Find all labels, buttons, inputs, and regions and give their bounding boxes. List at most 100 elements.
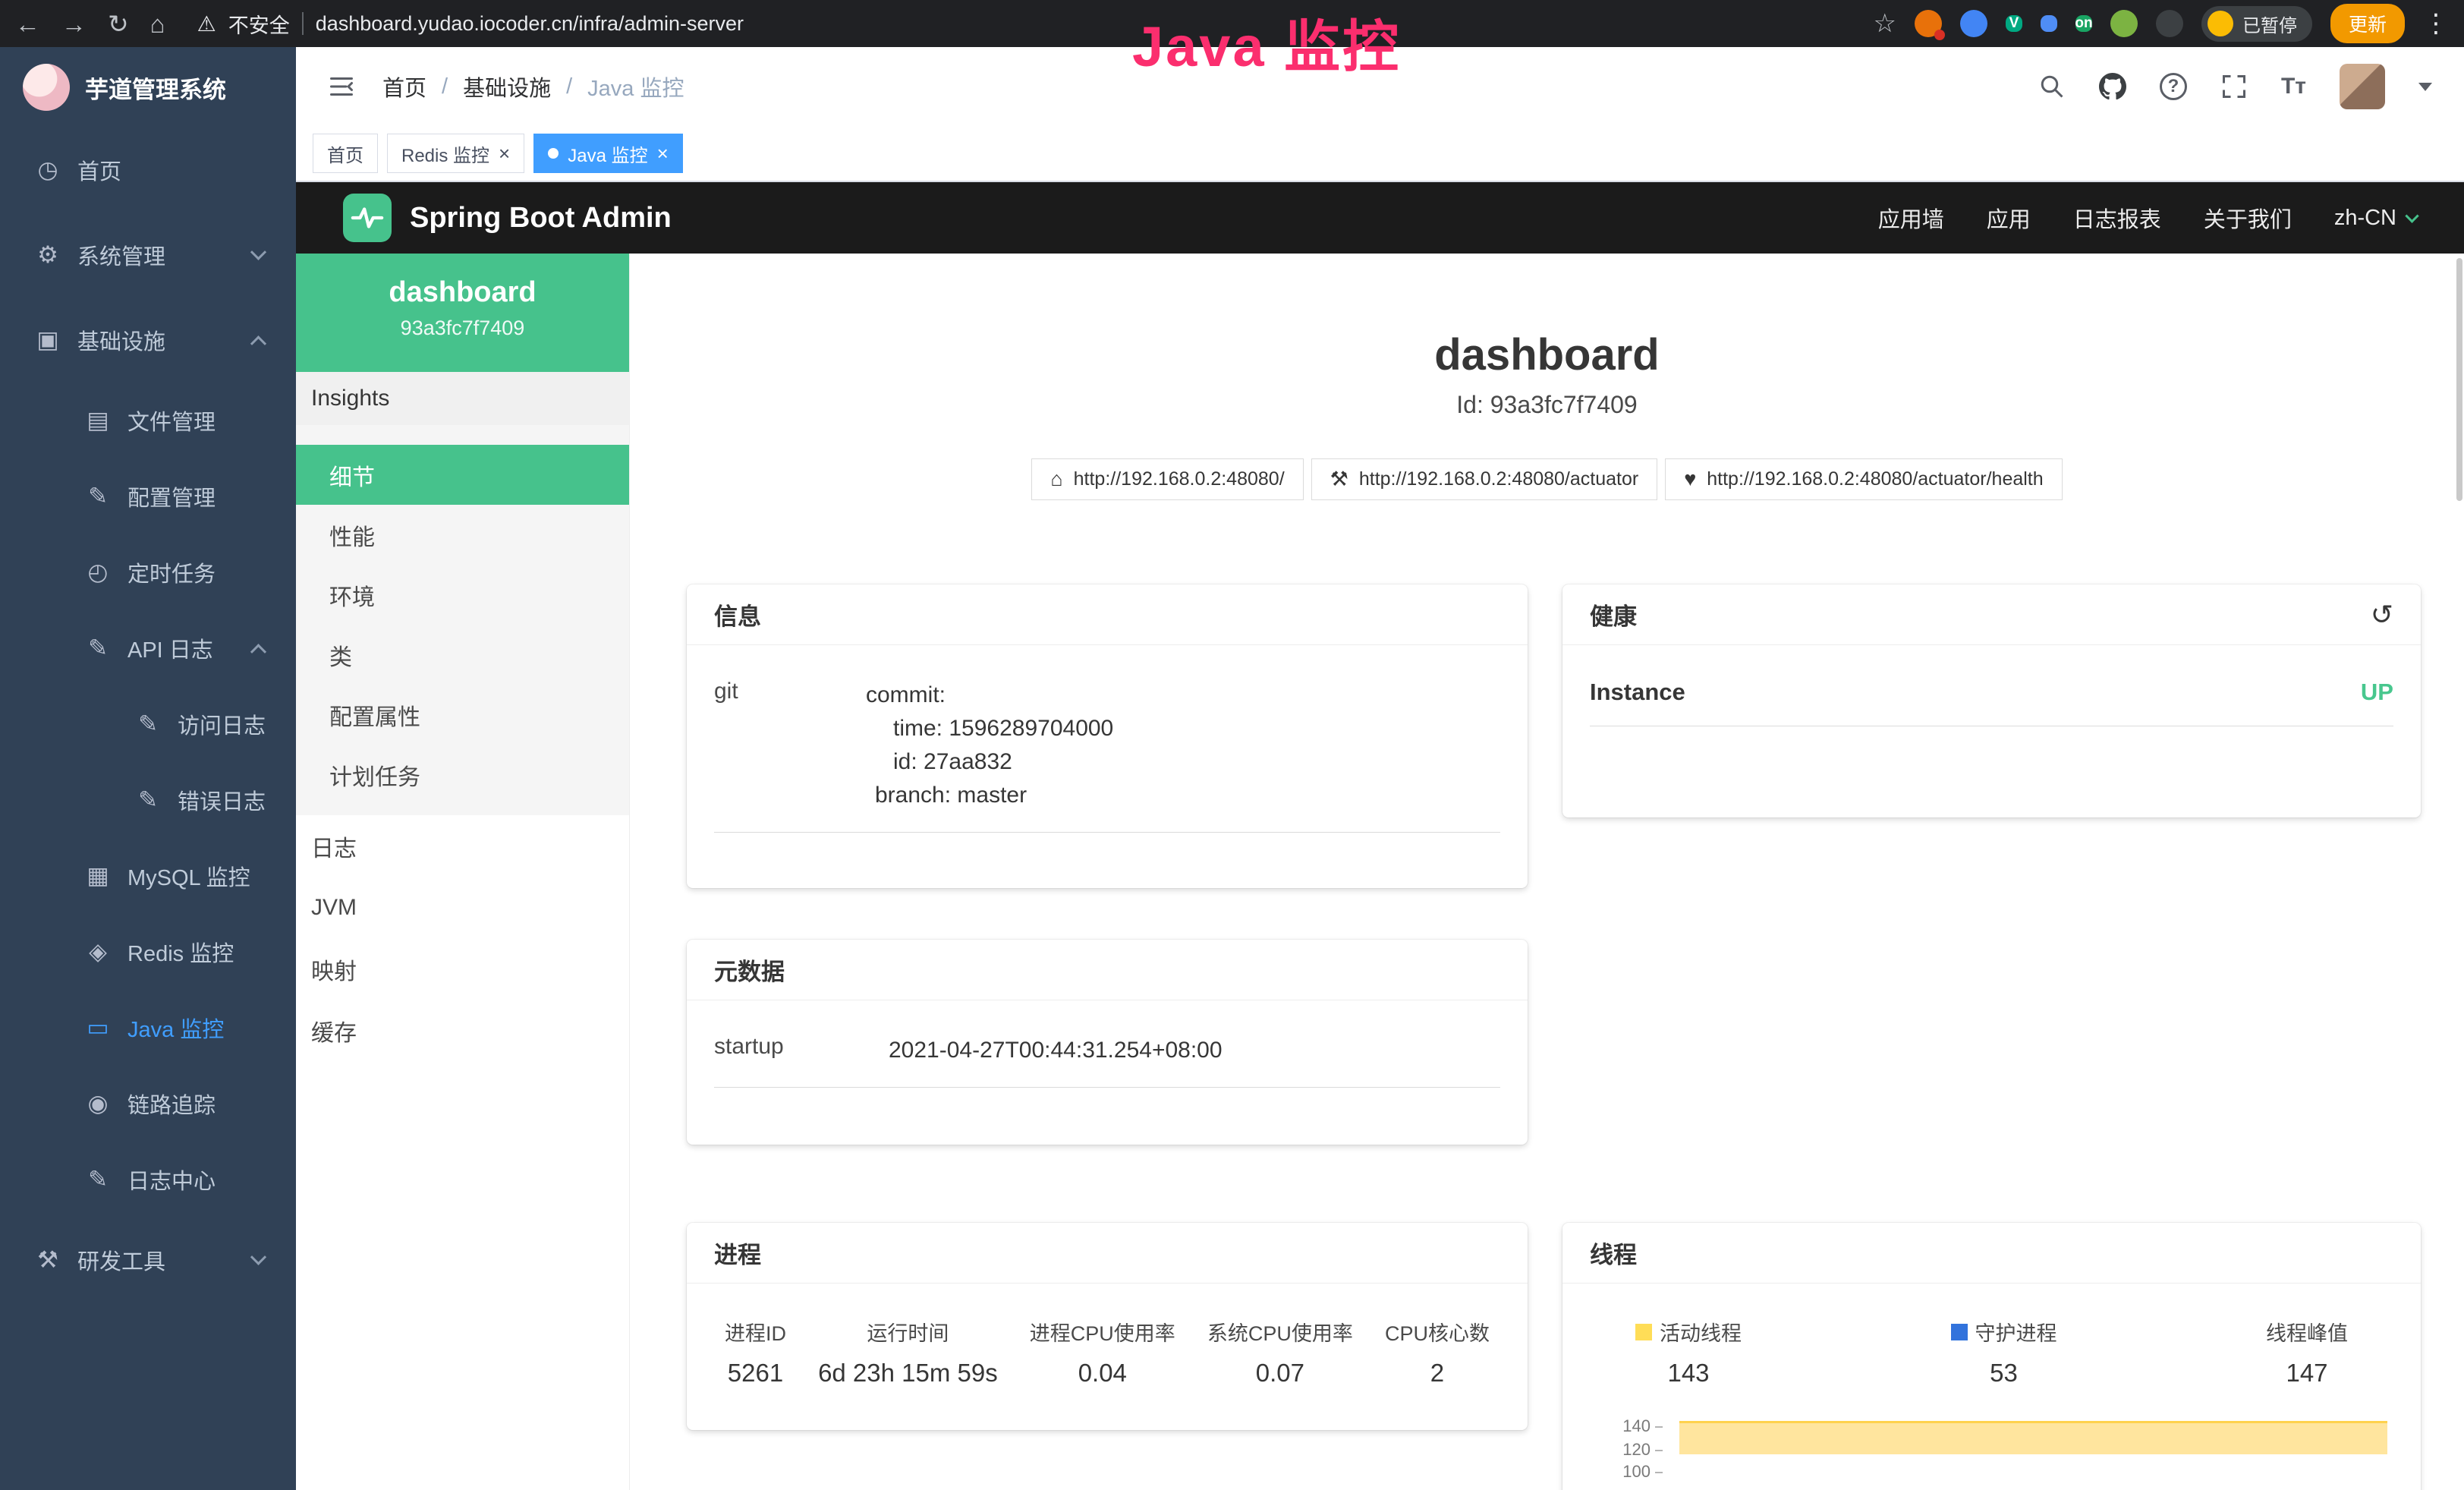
sba-nav-applications[interactable]: 应用: [1987, 202, 2031, 234]
sba-menu-logs[interactable]: 日志: [296, 815, 629, 877]
extension-icon-1[interactable]: [1915, 10, 1942, 37]
health-card-title: 健康: [1590, 597, 1637, 632]
browser-menu-icon[interactable]: [2423, 8, 2449, 39]
sidebar-item-home[interactable]: 首页: [0, 128, 296, 213]
sidebar-item-file-management[interactable]: 文件管理: [0, 383, 296, 458]
extension-icon-2[interactable]: [1960, 10, 1987, 37]
sidebar-item-label: 链路追踪: [127, 1088, 216, 1120]
sba-menu-environment[interactable]: 环境: [296, 565, 629, 625]
search-icon[interactable]: [2038, 73, 2066, 100]
back-icon[interactable]: [15, 11, 40, 36]
live-threads-value: 143: [1635, 1359, 1742, 1388]
sba-menu-config-props[interactable]: 配置属性: [296, 685, 629, 745]
breadcrumb-infrastructure[interactable]: 基础设施: [463, 71, 551, 102]
forward-icon[interactable]: [61, 11, 87, 36]
sidebar-item-log-center[interactable]: 日志中心: [0, 1142, 296, 1218]
browser-update-button[interactable]: 更新: [2330, 4, 2405, 43]
sidebar-item-label: Redis 监控: [127, 936, 234, 968]
scrollbar-thumb[interactable]: [2456, 258, 2462, 501]
sba-nav-about[interactable]: 关于我们: [2204, 202, 2292, 234]
sba-content: dashboard Id: 93a3fc7f7409 http://192.16…: [630, 254, 2464, 1490]
sba-nav-journal[interactable]: 日志报表: [2073, 202, 2161, 234]
sba-menu-mappings[interactable]: 映射: [296, 938, 629, 1000]
instance-link-actuator[interactable]: http://192.168.0.2:48080/actuator: [1311, 458, 1658, 500]
browser-home-icon[interactable]: [150, 11, 165, 36]
sba-menu-details[interactable]: 细节: [296, 445, 629, 505]
git-branch-line: branch: master: [866, 779, 1113, 812]
sba-brand[interactable]: Spring Boot Admin: [410, 202, 672, 235]
security-warning-icon[interactable]: [197, 11, 216, 36]
extension-icon-7[interactable]: [2156, 10, 2183, 37]
layers-icon: [80, 938, 115, 966]
info-card: 信息 git commit: time: 1596289704000 id: 2…: [687, 584, 1528, 888]
sidebar-item-system-management[interactable]: 系统管理: [0, 213, 296, 298]
sidebar-item-config-management[interactable]: 配置管理: [0, 458, 296, 534]
sidebar-item-java-monitor[interactable]: Java 监控: [0, 990, 296, 1066]
close-icon[interactable]: [657, 143, 669, 163]
sidebar-item-label: API 日志: [127, 632, 213, 664]
sidebar-item-mysql-monitor[interactable]: MySQL 监控: [0, 838, 296, 914]
header-actions: [2038, 64, 2432, 109]
health-instance-row[interactable]: Instance UP: [1590, 679, 2393, 726]
legend-live-threads: 活动线程 143: [1635, 1317, 1742, 1388]
sidebar-item-label: 日志中心: [127, 1164, 216, 1195]
avatar-caret-icon[interactable]: [2418, 83, 2432, 91]
address-bar[interactable]: 不安全 dashboard.yudao.iocoder.cn/infra/adm…: [197, 9, 744, 39]
sidebar-item-dev-tools[interactable]: 研发工具: [0, 1218, 296, 1303]
sba-nav-wallboard[interactable]: 应用墙: [1878, 202, 1944, 234]
sba-instance-header[interactable]: dashboard 93a3fc7f7409: [296, 254, 629, 372]
sba-menu-jvm[interactable]: JVM: [296, 877, 629, 938]
breadcrumb-separator: /: [442, 74, 448, 99]
refresh-history-icon[interactable]: [2371, 599, 2393, 631]
fullscreen-icon[interactable]: [2220, 73, 2248, 100]
metadata-startup-row: startup 2021-04-27T00:44:31.254+08:00: [714, 1034, 1500, 1088]
extension-icon-3[interactable]: V: [2006, 15, 2022, 32]
github-icon[interactable]: [2099, 73, 2126, 100]
sidebar-item-error-logs[interactable]: 错误日志: [0, 762, 296, 838]
active-dot: [548, 148, 559, 159]
breadcrumb-separator: /: [566, 74, 572, 99]
extension-icon-4[interactable]: [2041, 15, 2057, 32]
close-icon[interactable]: [499, 143, 510, 163]
wrench-icon: [1330, 469, 1348, 490]
sba-menu-caches[interactable]: 缓存: [296, 1000, 629, 1061]
extension-icon-6[interactable]: [2110, 10, 2138, 37]
instance-title: dashboard: [630, 329, 2464, 380]
link-label: http://192.168.0.2:48080/actuator/health: [1707, 468, 2043, 490]
reload-icon[interactable]: [108, 11, 129, 36]
tab-home[interactable]: 首页: [313, 134, 378, 173]
font-size-icon[interactable]: [2281, 74, 2306, 99]
gear-icon: [30, 241, 65, 269]
breadcrumb-home[interactable]: 首页: [382, 71, 426, 102]
instance-link-health[interactable]: http://192.168.0.2:48080/actuator/health: [1665, 458, 2062, 500]
tab-redis-monitor[interactable]: Redis 监控: [387, 134, 524, 173]
sba-menu-classes[interactable]: 类: [296, 625, 629, 685]
sidebar-item-redis-monitor[interactable]: Redis 监控: [0, 914, 296, 990]
sidebar-item-api-logs[interactable]: API 日志: [0, 610, 296, 686]
sidebar-item-scheduled-tasks[interactable]: 定时任务: [0, 534, 296, 610]
chevron-down-icon: [250, 244, 266, 260]
url-text[interactable]: dashboard.yudao.iocoder.cn/infra/admin-s…: [316, 12, 744, 36]
user-avatar[interactable]: [2340, 64, 2385, 109]
bookmark-star-icon[interactable]: [1874, 8, 1896, 39]
tab-java-monitor[interactable]: Java 监控: [533, 134, 683, 173]
sba-logo-icon[interactable]: [343, 194, 392, 242]
extension-icon-5[interactable]: on: [2075, 15, 2092, 32]
sba-menu-metrics[interactable]: 性能: [296, 505, 629, 565]
sidebar-item-trace[interactable]: 链路追踪: [0, 1066, 296, 1142]
app-logo[interactable]: 芋道管理系统: [0, 47, 296, 128]
browser-profile-chip[interactable]: 已暂停: [2201, 6, 2312, 42]
sidebar-fold-icon[interactable]: [328, 73, 355, 100]
sba-menu-scheduled-tasks[interactable]: 计划任务: [296, 745, 629, 805]
help-icon[interactable]: [2160, 73, 2187, 100]
daemon-threads-value: 53: [1951, 1359, 2057, 1388]
live-threads-area: [1679, 1421, 2387, 1454]
sba-language-select[interactable]: zh-CN: [2334, 206, 2417, 231]
sidebar-item-infrastructure[interactable]: 基础设施: [0, 298, 296, 383]
sidebar-item-access-logs[interactable]: 访问日志: [0, 686, 296, 762]
sba-body: dashboard 93a3fc7f7409 Insights 细节 性能 环境…: [296, 254, 2464, 1490]
sidebar-item-label: 定时任务: [127, 556, 216, 588]
instance-link-base[interactable]: http://192.168.0.2:48080/: [1031, 458, 1303, 500]
sidebar-item-label: 系统管理: [77, 239, 165, 271]
log-icon: [131, 786, 165, 814]
